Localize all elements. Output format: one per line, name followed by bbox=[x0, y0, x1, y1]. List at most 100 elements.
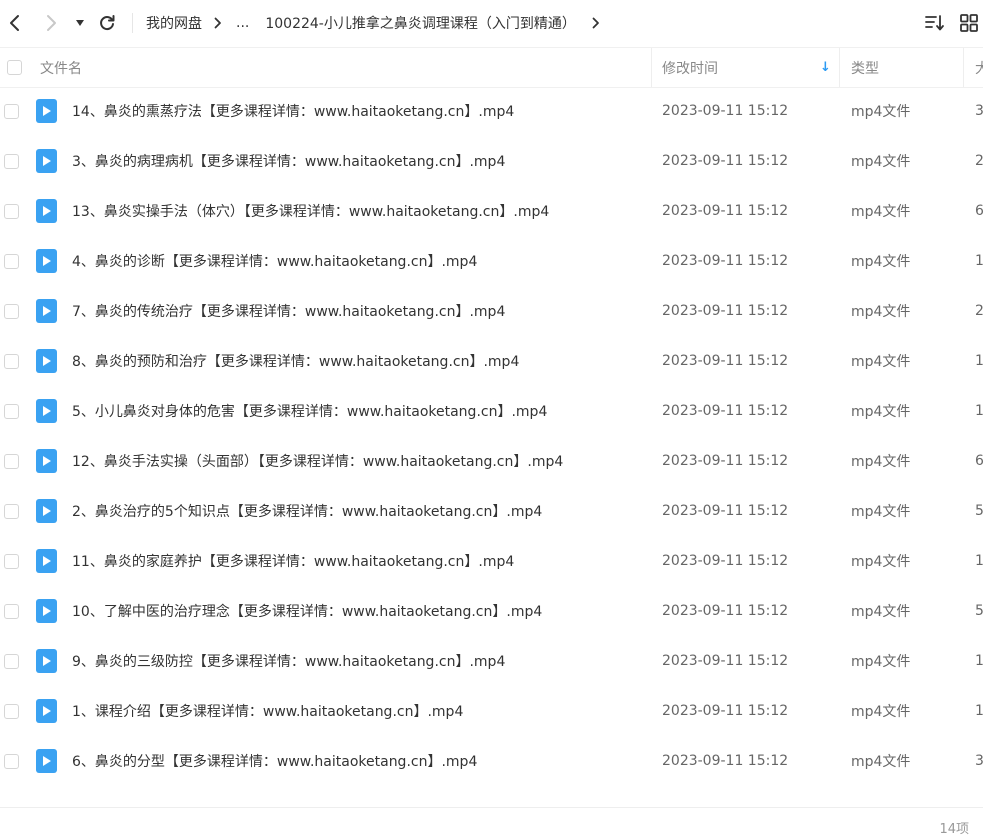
row-checkbox[interactable] bbox=[4, 203, 19, 219]
file-size: 2 bbox=[975, 153, 983, 169]
table-row[interactable]: 3、鼻炎的病理病机【更多课程详情：www.haitaoketang.cn】.mp… bbox=[0, 136, 983, 186]
column-header-size[interactable]: 大小 bbox=[975, 48, 983, 87]
file-type: mp4文件 bbox=[851, 254, 911, 270]
row-checkbox-cell bbox=[4, 686, 19, 736]
row-checkbox[interactable] bbox=[4, 403, 19, 419]
breadcrumb-expand-icon[interactable] bbox=[592, 17, 600, 29]
footer-divider bbox=[0, 807, 983, 808]
row-checkbox[interactable] bbox=[4, 303, 19, 319]
table-row[interactable]: 10、了解中医的治疗理念【更多课程详情：www.haitaoketang.cn】… bbox=[0, 586, 983, 636]
file-icon-cell bbox=[36, 586, 57, 636]
file-name[interactable]: 8、鼻炎的预防和治疗【更多课程详情：www.haitaoketang.cn】.m… bbox=[72, 336, 519, 386]
file-size: 2 bbox=[975, 303, 983, 319]
video-file-icon bbox=[36, 199, 57, 223]
table-row[interactable]: 13、鼻炎实操手法（体穴）【更多课程详情：www.haitaoketang.cn… bbox=[0, 186, 983, 236]
file-icon-cell bbox=[36, 536, 57, 586]
column-divider[interactable] bbox=[651, 48, 652, 87]
table-row[interactable]: 11、鼻炎的家庭养护【更多课程详情：www.haitaoketang.cn】.m… bbox=[0, 536, 983, 586]
file-icon-cell bbox=[36, 336, 57, 386]
row-checkbox[interactable] bbox=[4, 153, 19, 169]
row-checkbox[interactable] bbox=[4, 703, 19, 719]
file-modified: 2023-09-11 15:12 bbox=[662, 703, 789, 719]
column-header-modified[interactable]: 修改时间 bbox=[662, 48, 718, 87]
row-checkbox[interactable] bbox=[4, 103, 19, 119]
grid-view-button[interactable] bbox=[959, 13, 979, 33]
history-dropdown-button[interactable] bbox=[74, 12, 86, 34]
file-modified: 2023-09-11 15:12 bbox=[662, 303, 789, 319]
row-checkbox-cell bbox=[4, 636, 19, 686]
video-file-icon bbox=[36, 299, 57, 323]
row-checkbox-cell bbox=[4, 86, 19, 136]
file-name[interactable]: 14、鼻炎的熏蒸疗法【更多课程详情：www.haitaoketang.cn】.m… bbox=[72, 86, 514, 136]
file-type: mp4文件 bbox=[851, 604, 911, 620]
file-modified: 2023-09-11 15:12 bbox=[662, 753, 789, 769]
file-name[interactable]: 6、鼻炎的分型【更多课程详情：www.haitaoketang.cn】.mp4 bbox=[72, 736, 477, 786]
file-name[interactable]: 7、鼻炎的传统治疗【更多课程详情：www.haitaoketang.cn】.mp… bbox=[72, 286, 505, 336]
table-row[interactable]: 1、课程介绍【更多课程详情：www.haitaoketang.cn】.mp4 2… bbox=[0, 686, 983, 736]
breadcrumb-root[interactable]: 我的网盘 bbox=[146, 13, 202, 33]
file-modified: 2023-09-11 15:12 bbox=[662, 553, 789, 569]
file-name[interactable]: 4、鼻炎的诊断【更多课程详情：www.haitaoketang.cn】.mp4 bbox=[72, 236, 477, 286]
file-type: mp4文件 bbox=[851, 404, 911, 420]
file-modified: 2023-09-11 15:12 bbox=[662, 353, 789, 369]
video-file-icon bbox=[36, 99, 57, 123]
table-row[interactable]: 5、小儿鼻炎对身体的危害【更多课程详情：www.haitaoketang.cn】… bbox=[0, 386, 983, 436]
file-name[interactable]: 12、鼻炎手法实操（头面部）【更多课程详情：www.haitaoketang.c… bbox=[72, 436, 563, 486]
row-checkbox[interactable] bbox=[4, 253, 19, 269]
row-checkbox[interactable] bbox=[4, 553, 19, 569]
refresh-icon bbox=[100, 15, 115, 31]
row-checkbox-cell bbox=[4, 386, 19, 436]
row-checkbox-cell bbox=[4, 236, 19, 286]
video-file-icon bbox=[36, 399, 57, 423]
table-row[interactable]: 8、鼻炎的预防和治疗【更多课程详情：www.haitaoketang.cn】.m… bbox=[0, 336, 983, 386]
breadcrumb-current[interactable]: 100224-小儿推拿之鼻炎调理课程（入门到精通） bbox=[265, 13, 576, 33]
video-file-icon bbox=[36, 599, 57, 623]
video-file-icon bbox=[36, 749, 57, 773]
select-all-checkbox[interactable] bbox=[7, 60, 22, 75]
row-checkbox[interactable] bbox=[4, 653, 19, 669]
file-name[interactable]: 2、鼻炎治疗的5个知识点【更多课程详情：www.haitaoketang.cn】… bbox=[72, 486, 542, 536]
column-header-name[interactable]: 文件名 bbox=[40, 48, 82, 87]
table-row[interactable]: 12、鼻炎手法实操（头面部）【更多课程详情：www.haitaoketang.c… bbox=[0, 436, 983, 486]
video-file-icon bbox=[36, 499, 57, 523]
table-row[interactable]: 9、鼻炎的三级防控【更多课程详情：www.haitaoketang.cn】.mp… bbox=[0, 636, 983, 686]
file-name[interactable]: 11、鼻炎的家庭养护【更多课程详情：www.haitaoketang.cn】.m… bbox=[72, 536, 514, 586]
toolbar: 我的网盘 ... 100224-小儿推拿之鼻炎调理课程（入门到精通） bbox=[0, 0, 983, 46]
file-name[interactable]: 13、鼻炎实操手法（体穴）【更多课程详情：www.haitaoketang.cn… bbox=[72, 186, 549, 236]
video-file-icon bbox=[36, 449, 57, 473]
column-divider[interactable] bbox=[839, 48, 840, 87]
file-size: 1 bbox=[975, 553, 983, 569]
column-header-type[interactable]: 类型 bbox=[851, 48, 879, 87]
table-row[interactable]: 4、鼻炎的诊断【更多课程详情：www.haitaoketang.cn】.mp4 … bbox=[0, 236, 983, 286]
forward-button[interactable] bbox=[42, 12, 62, 34]
back-button[interactable] bbox=[4, 12, 24, 34]
breadcrumb-ellipsis[interactable]: ... bbox=[236, 15, 249, 31]
table-row[interactable]: 14、鼻炎的熏蒸疗法【更多课程详情：www.haitaoketang.cn】.m… bbox=[0, 86, 983, 136]
grid-view-icon bbox=[960, 14, 978, 32]
sort-button[interactable] bbox=[925, 13, 945, 33]
file-modified: 2023-09-11 15:12 bbox=[662, 653, 789, 669]
sort-descending-icon[interactable]: ↓ bbox=[820, 48, 831, 87]
table-row[interactable]: 7、鼻炎的传统治疗【更多课程详情：www.haitaoketang.cn】.mp… bbox=[0, 286, 983, 336]
select-all-cell bbox=[7, 48, 22, 87]
row-checkbox-cell bbox=[4, 536, 19, 586]
file-name[interactable]: 9、鼻炎的三级防控【更多课程详情：www.haitaoketang.cn】.mp… bbox=[72, 636, 505, 686]
row-checkbox-cell bbox=[4, 336, 19, 386]
row-checkbox[interactable] bbox=[4, 453, 19, 469]
file-name[interactable]: 3、鼻炎的病理病机【更多课程详情：www.haitaoketang.cn】.mp… bbox=[72, 136, 505, 186]
table-row[interactable]: 2、鼻炎治疗的5个知识点【更多课程详情：www.haitaoketang.cn】… bbox=[0, 486, 983, 536]
file-name[interactable]: 10、了解中医的治疗理念【更多课程详情：www.haitaoketang.cn】… bbox=[72, 586, 542, 636]
file-name[interactable]: 1、课程介绍【更多课程详情：www.haitaoketang.cn】.mp4 bbox=[72, 686, 463, 736]
column-divider[interactable] bbox=[963, 48, 964, 87]
file-name[interactable]: 5、小儿鼻炎对身体的危害【更多课程详情：www.haitaoketang.cn】… bbox=[72, 386, 547, 436]
row-checkbox[interactable] bbox=[4, 603, 19, 619]
row-checkbox[interactable] bbox=[4, 753, 19, 769]
row-checkbox[interactable] bbox=[4, 503, 19, 519]
video-file-icon bbox=[36, 249, 57, 273]
file-icon-cell bbox=[36, 486, 57, 536]
row-checkbox[interactable] bbox=[4, 353, 19, 369]
back-arrow-icon bbox=[10, 15, 19, 31]
refresh-button[interactable] bbox=[98, 12, 116, 34]
table-row[interactable]: 6、鼻炎的分型【更多课程详情：www.haitaoketang.cn】.mp4 … bbox=[0, 736, 983, 786]
row-checkbox-cell bbox=[4, 586, 19, 636]
